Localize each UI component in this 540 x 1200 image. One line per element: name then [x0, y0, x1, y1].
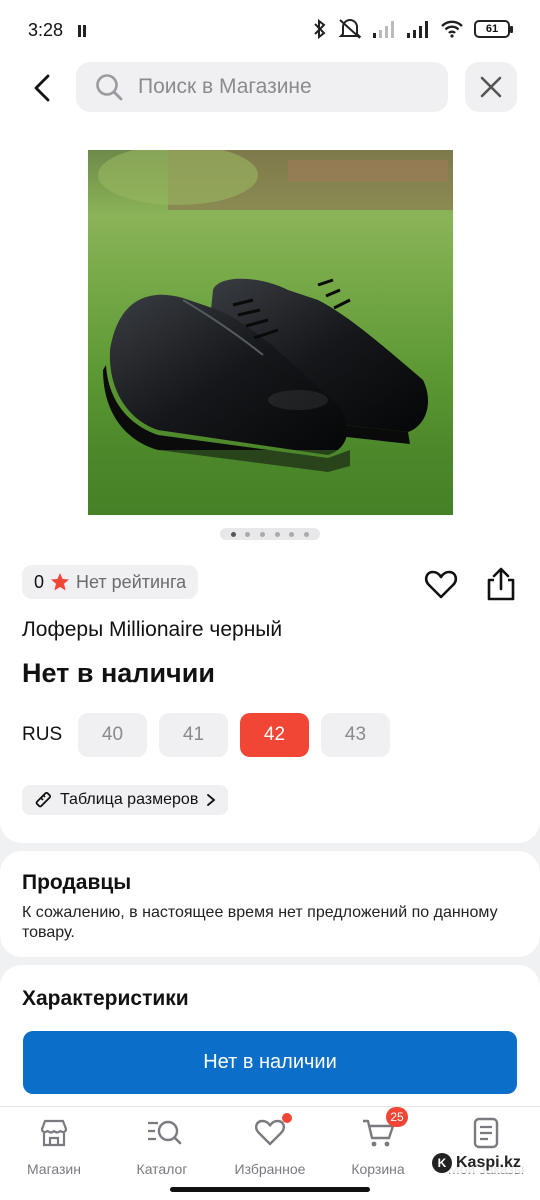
size-table-link[interactable]: Таблица размеров	[22, 785, 229, 815]
status-icons: 61	[312, 18, 513, 40]
sellers-message: К сожалению, в настоящее время нет предл…	[22, 904, 498, 941]
ruler-icon	[35, 791, 52, 808]
kaspi-logo-icon: K	[432, 1153, 452, 1173]
sellers-title: Продавцы	[22, 871, 132, 894]
product-photo[interactable]	[88, 150, 453, 515]
catalog-icon	[148, 1120, 182, 1145]
tab-store[interactable]: Магазин	[4, 1117, 104, 1187]
size-option[interactable]: 40	[78, 713, 147, 757]
chevron-left-icon	[34, 74, 50, 102]
sim-icon	[78, 24, 88, 37]
rating-label: Нет рейтинга	[76, 571, 187, 592]
signal-icon-2	[407, 21, 428, 38]
status-bar: 3:28 61	[0, 0, 540, 60]
battery-icon: 61	[474, 20, 513, 38]
size-option-selected[interactable]: 42	[240, 713, 309, 757]
shoe-photo-image	[88, 150, 453, 515]
heart-icon	[255, 1119, 285, 1146]
sellers-section: Продавцы К сожалению, в настоящее время …	[0, 851, 540, 957]
tab-favorites[interactable]: Избранное	[220, 1113, 320, 1187]
tab-label: Корзина	[351, 1161, 405, 1177]
availability-status: Нет в наличии	[22, 658, 215, 688]
heart-icon	[424, 570, 458, 599]
rating-count: 0	[34, 571, 45, 592]
mute-icon	[338, 19, 362, 39]
product-title: Лоферы Millionaire черный	[22, 618, 283, 641]
pagination-dot[interactable]	[304, 531, 310, 537]
pagination-dot[interactable]	[274, 531, 280, 537]
size-option[interactable]: 41	[159, 713, 228, 757]
size-system-label: RUS	[22, 724, 63, 745]
store-icon	[40, 1119, 68, 1147]
share-icon	[487, 567, 515, 601]
signal-icon-1	[373, 21, 394, 38]
out-of-stock-button[interactable]: Нет в наличии	[23, 1031, 517, 1094]
tab-cart[interactable]: 25 Корзина	[328, 1107, 428, 1187]
chevron-right-icon	[207, 794, 216, 806]
wifi-icon	[441, 20, 463, 38]
tab-orders[interactable]: Мои заказы	[436, 1117, 536, 1187]
search-bar[interactable]	[76, 62, 448, 112]
cart-count-badge: 25	[386, 1107, 408, 1127]
notification-dot	[282, 1113, 292, 1123]
star-icon	[51, 573, 70, 591]
pagination-dot[interactable]	[245, 531, 251, 537]
home-indicator	[170, 1187, 370, 1192]
pagination-dot[interactable]	[289, 531, 295, 537]
search-icon	[96, 74, 123, 101]
share-button[interactable]	[484, 566, 518, 602]
pagination-dot[interactable]	[230, 531, 236, 537]
favorite-button[interactable]	[424, 568, 458, 602]
tab-label: Каталог	[136, 1161, 188, 1177]
photo-pagination	[220, 528, 320, 540]
size-selector: RUS 40 41 42 43	[22, 713, 402, 757]
product-card: 0 Нет рейтинга Лоферы Millionaire черный…	[0, 118, 540, 843]
watermark: K Kaspi.kz	[430, 1153, 523, 1173]
close-button[interactable]	[465, 62, 517, 112]
size-option[interactable]: 43	[321, 713, 390, 757]
pagination-dot[interactable]	[260, 531, 266, 537]
close-icon	[480, 76, 502, 98]
tab-label: Избранное	[234, 1161, 306, 1177]
tab-label: Магазин	[26, 1161, 81, 1177]
watermark-text: Kaspi.kz	[456, 1154, 521, 1171]
rating-badge[interactable]: 0 Нет рейтинга	[22, 565, 199, 599]
size-table-label: Таблица размеров	[60, 791, 199, 808]
specs-title[interactable]: Характеристики	[22, 987, 189, 1011]
top-bar	[0, 60, 540, 118]
orders-icon	[473, 1117, 499, 1149]
back-button[interactable]	[24, 70, 60, 106]
search-input[interactable]	[138, 75, 418, 99]
tab-catalog[interactable]: Каталог	[112, 1117, 212, 1187]
status-time: 3:28	[28, 20, 64, 40]
bluetooth-icon	[314, 19, 326, 39]
